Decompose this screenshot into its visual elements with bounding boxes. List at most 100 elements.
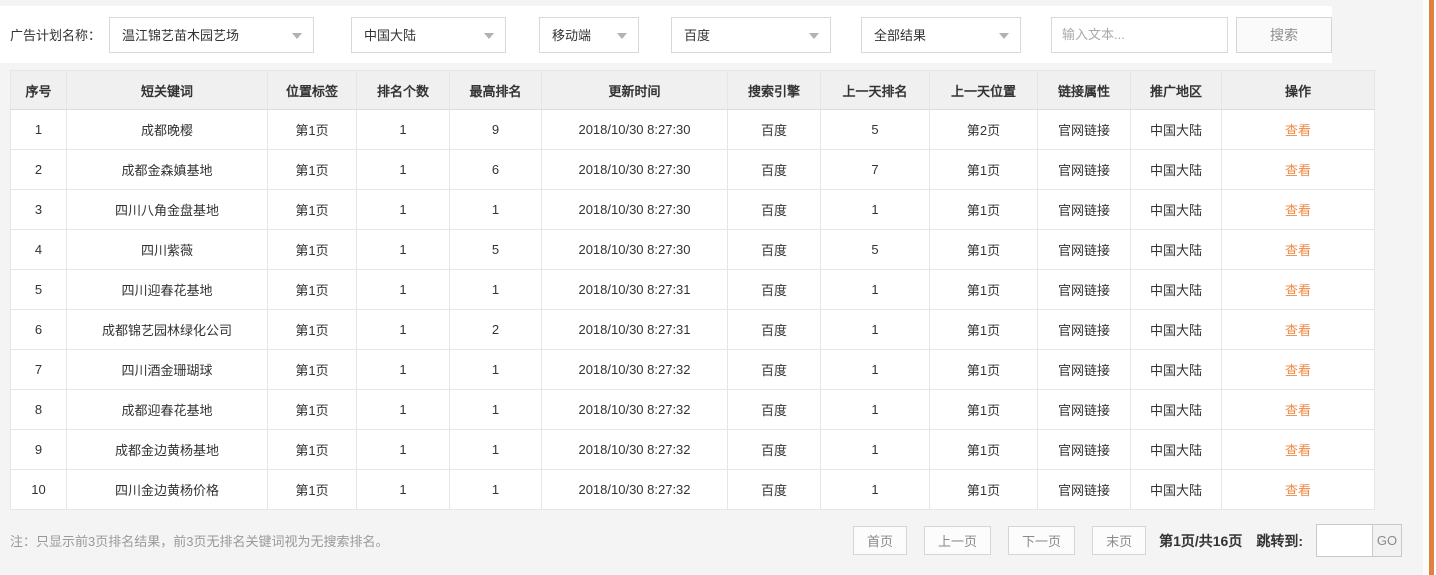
cell-prev-day-rank: 1 xyxy=(820,309,930,350)
column-header-keyword: 短关键词 xyxy=(66,70,268,110)
cell-keyword: 成都迎春花基地 xyxy=(66,389,268,430)
cell-search-engine: 百度 xyxy=(727,229,821,270)
jump-page-input[interactable] xyxy=(1316,524,1373,557)
cell-prev-day-position: 第1页 xyxy=(929,229,1038,270)
cell-promo-region: 中国大陆 xyxy=(1130,269,1222,310)
chevron-down-icon xyxy=(292,32,303,39)
cell-action: 查看 xyxy=(1221,109,1375,150)
cell-position-tag: 第1页 xyxy=(267,269,357,310)
cell-prev-day-position: 第1页 xyxy=(929,469,1038,510)
chevron-down-icon xyxy=(484,32,495,39)
cell-best-rank: 5 xyxy=(449,229,542,270)
cell-position-tag: 第1页 xyxy=(267,229,357,270)
view-link[interactable]: 查看 xyxy=(1285,243,1311,258)
column-header-update-time: 更新时间 xyxy=(541,70,728,110)
cell-search-engine: 百度 xyxy=(727,269,821,310)
cell-link-attr: 官网链接 xyxy=(1037,429,1131,470)
engine-select-value: 百度 xyxy=(684,28,711,43)
footer-note: 注：只显示前3页排名结果，前3页无排名关键词视为无搜索排名。 xyxy=(10,534,389,549)
region-select-value: 中国大陆 xyxy=(364,28,417,43)
next-page-button[interactable]: 下一页 xyxy=(1008,526,1076,555)
cell-best-rank: 1 xyxy=(449,429,542,470)
result-type-select[interactable]: 全部结果 xyxy=(861,16,1022,53)
cell-rank-count: 1 xyxy=(356,309,450,350)
cell-action: 查看 xyxy=(1221,269,1375,310)
column-header-prev-day-position: 上一天位置 xyxy=(929,70,1038,110)
table-body: 1 成都晚樱 第1页 1 9 2018/10/30 8:27:30 百度 5 第2页 官网链接 中国… xyxy=(10,109,1375,510)
cell-keyword: 成都金森嫃基地 xyxy=(66,149,268,190)
cell-keyword: 四川迎春花基地 xyxy=(66,269,268,310)
device-select[interactable]: 移动端 xyxy=(539,16,640,53)
cell-rank-count: 1 xyxy=(356,469,450,510)
view-link[interactable]: 查看 xyxy=(1285,323,1311,338)
cell-promo-region: 中国大陆 xyxy=(1130,149,1222,190)
view-link[interactable]: 查看 xyxy=(1285,283,1311,298)
cell-search-engine: 百度 xyxy=(727,309,821,350)
cell-rank-count: 1 xyxy=(356,269,450,310)
cell-promo-region: 中国大陆 xyxy=(1130,389,1222,430)
cell-rank-count: 1 xyxy=(356,349,450,390)
pagination: 首页 上一页 下一页 末页 第1页/共16页 跳转到: GO xyxy=(853,524,1402,557)
cell-search-engine: 百度 xyxy=(727,429,821,470)
table-row: 2 成都金森嫃基地 第1页 1 6 2018/10/30 8:27:30 百度 7 第1页 官网链… xyxy=(10,149,1375,190)
cell-search-engine: 百度 xyxy=(727,469,821,510)
cell-update-time: 2018/10/30 8:27:31 xyxy=(541,269,728,310)
view-link[interactable]: 查看 xyxy=(1285,123,1311,138)
table-row: 9 成都金边黄杨基地 第1页 1 1 2018/10/30 8:27:32 百度 1 第1页 官网… xyxy=(10,429,1375,470)
keyword-rank-table: 序号 短关键词 位置标签 排名个数 最高排名 更新时间 搜索引擎 上一天排名 上一天位置 链接属性… xyxy=(10,70,1375,510)
cell-best-rank: 1 xyxy=(449,269,542,310)
cell-action: 查看 xyxy=(1221,229,1375,270)
device-select-value: 移动端 xyxy=(552,28,592,43)
cell-keyword: 成都锦艺园林绿化公司 xyxy=(66,309,268,350)
cell-update-time: 2018/10/30 8:27:32 xyxy=(541,469,728,510)
engine-select[interactable]: 百度 xyxy=(671,16,832,53)
first-page-button[interactable]: 首页 xyxy=(853,526,908,555)
plan-select-value: 温江锦艺苗木园艺场 xyxy=(122,28,240,43)
cell-promo-region: 中国大陆 xyxy=(1130,109,1222,150)
column-header-index: 序号 xyxy=(10,70,67,110)
chevron-down-icon xyxy=(809,32,820,39)
cell-index: 10 xyxy=(10,469,67,510)
cell-rank-count: 1 xyxy=(356,429,450,470)
column-header-search-engine: 搜索引擎 xyxy=(727,70,821,110)
table-row: 7 四川酒金珊瑚球 第1页 1 1 2018/10/30 8:27:32 百度 1 第1页 官网链… xyxy=(10,349,1375,390)
cell-rank-count: 1 xyxy=(356,109,450,150)
cell-best-rank: 1 xyxy=(449,189,542,230)
chevron-down-icon xyxy=(999,32,1010,39)
scrollbar-thumb[interactable] xyxy=(1429,0,1434,575)
region-select[interactable]: 中国大陆 xyxy=(351,16,507,53)
table-row: 10 四川金边黄杨价格 第1页 1 1 2018/10/30 8:27:32 百度 1 第1页官… xyxy=(10,469,1375,510)
cell-prev-day-rank: 7 xyxy=(820,149,930,190)
column-header-link-attr: 链接属性 xyxy=(1037,70,1131,110)
cell-promo-region: 中国大陆 xyxy=(1130,349,1222,390)
cell-search-engine: 百度 xyxy=(727,149,821,190)
view-link[interactable]: 查看 xyxy=(1285,403,1311,418)
cell-prev-day-position: 第1页 xyxy=(929,389,1038,430)
cell-keyword: 成都金边黄杨基地 xyxy=(66,429,268,470)
search-button[interactable]: 搜索 xyxy=(1236,16,1333,53)
view-link[interactable]: 查看 xyxy=(1285,203,1311,218)
view-link[interactable]: 查看 xyxy=(1285,163,1311,178)
plan-select[interactable]: 温江锦艺苗木园艺场 xyxy=(109,16,315,53)
view-link[interactable]: 查看 xyxy=(1285,483,1311,498)
last-page-button[interactable]: 末页 xyxy=(1092,526,1147,555)
cell-prev-day-position: 第2页 xyxy=(929,109,1038,150)
cell-keyword: 四川金边黄杨价格 xyxy=(66,469,268,510)
column-header-best-rank: 最高排名 xyxy=(449,70,542,110)
plan-name-label: 广告计划名称： xyxy=(10,28,102,43)
prev-page-button[interactable]: 上一页 xyxy=(924,526,992,555)
search-input[interactable] xyxy=(1051,16,1229,53)
result-type-select-value: 全部结果 xyxy=(874,28,927,43)
cell-promo-region: 中国大陆 xyxy=(1130,469,1222,510)
cell-prev-day-position: 第1页 xyxy=(929,429,1038,470)
column-header-promo-region: 推广地区 xyxy=(1130,70,1222,110)
cell-best-rank: 1 xyxy=(449,469,542,510)
cell-promo-region: 中国大陆 xyxy=(1130,229,1222,270)
cell-index: 4 xyxy=(10,229,67,270)
view-link[interactable]: 查看 xyxy=(1285,363,1311,378)
go-button[interactable]: GO xyxy=(1373,524,1402,557)
cell-link-attr: 官网链接 xyxy=(1037,229,1131,270)
cell-link-attr: 官网链接 xyxy=(1037,389,1131,430)
cell-action: 查看 xyxy=(1221,349,1375,390)
view-link[interactable]: 查看 xyxy=(1285,443,1311,458)
